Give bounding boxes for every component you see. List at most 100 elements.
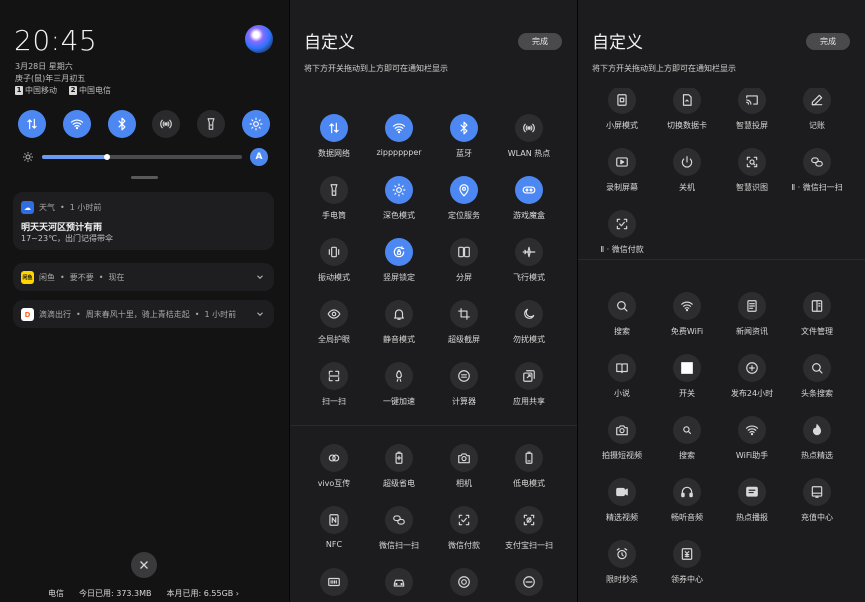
toggle-tile-bluetooth[interactable]: 蓝牙 [432, 114, 496, 170]
toggle-tile-airplane[interactable]: 飞行模式 [497, 238, 561, 294]
toggle-tile-small-screen[interactable]: 小屏模式 [590, 86, 654, 142]
toggle-tile-video[interactable]: 精选视频 [590, 478, 654, 534]
clear-notifications-button[interactable] [131, 552, 157, 578]
toggle-tile-keyboard[interactable] [302, 568, 366, 602]
toggle-tile-ledger[interactable]: 记账 [785, 86, 849, 142]
wechat-scan-icon [803, 148, 831, 176]
auto-brightness-button[interactable]: A [250, 148, 268, 166]
rotation-lock-icon [385, 238, 413, 266]
drag-handle[interactable] [131, 176, 158, 179]
data-usage-bar[interactable]: 电信 今日已用: 373.3MB 本月已用: 6.55GB › [48, 588, 239, 599]
sim-switch-icon [673, 86, 701, 114]
toggle-tile-dark-mode[interactable]: 深色模式 [367, 176, 431, 232]
wechat-pay-icon [608, 210, 636, 238]
toggle-tile-alarm[interactable]: 限时秒杀 [590, 540, 654, 596]
done-button[interactable]: 完成 [806, 33, 850, 50]
toggle-tile-flashlight[interactable]: 手电筒 [302, 176, 366, 232]
weather-app-icon: ☁ [21, 201, 34, 214]
toggle-tile-calculator[interactable]: 计算器 [432, 362, 496, 418]
toggle-tile-image-recognize[interactable]: 智慧识图 [720, 148, 784, 204]
toggle-tile-eye[interactable]: 全局护眼 [302, 300, 366, 356]
toggle-tile-wechat-pay[interactable]: Ⅱ · 微信付款 [590, 210, 654, 266]
sim-1-carrier: 中国移动 [25, 86, 57, 95]
video-icon [608, 478, 636, 506]
toggle-tile-recharge[interactable]: 充值中心 [785, 478, 849, 534]
toggle-tile-moon[interactable]: 勿扰模式 [497, 300, 561, 356]
toggle-label: 头条搜索 [801, 389, 833, 398]
toggle-tile-vibrate[interactable]: 振动模式 [302, 238, 366, 294]
toggle-tile-wechat-pay[interactable]: 微信付款 [432, 506, 496, 562]
toggle-tile-rotation-lock[interactable]: 竖屏锁定 [367, 238, 431, 294]
toggle-tile-rocket[interactable]: 一键加速 [367, 362, 431, 418]
airplane-icon [515, 238, 543, 266]
toggle-tile-power[interactable]: 关机 [655, 148, 719, 204]
toggle-tile-book[interactable]: 小说 [590, 354, 654, 410]
toggle-tile-toggle-square[interactable]: 开关 [655, 354, 719, 410]
toggle-tile-share-link[interactable]: vivo互传 [302, 444, 366, 500]
quick-toggle-bluetooth[interactable] [107, 110, 136, 138]
notification-didi[interactable]: D 滴滴出行 • 周末春风十里，骑上青桔走起 • 1 小时前 [13, 300, 274, 328]
clock: 20:45 [14, 24, 98, 57]
bell-icon [385, 300, 413, 328]
chevron-down-icon[interactable] [255, 309, 265, 319]
toggle-tile-coupon[interactable]: 领券中心 [655, 540, 719, 596]
toggle-tile-camera[interactable]: 拍摄短视频 [590, 416, 654, 472]
news-icon [738, 292, 766, 320]
brightness-knob[interactable] [104, 154, 110, 160]
toggle-tile-wechat-scan[interactable]: 微信扫一扫 [367, 506, 431, 562]
brightness-slider[interactable] [42, 154, 242, 160]
quick-toggle-dark-mode[interactable] [241, 110, 270, 138]
quick-toggle-wifi[interactable] [62, 110, 91, 138]
quick-toggle-hotspot[interactable] [152, 110, 181, 138]
toggle-tile-camera[interactable]: 相机 [432, 444, 496, 500]
toggle-tile-search-small[interactable]: 搜索 [655, 416, 719, 472]
toggle-tile-screenshot[interactable]: 超级截屏 [432, 300, 496, 356]
small-screen-icon [608, 86, 636, 114]
toggle-tile-app-share[interactable]: 应用共享 [497, 362, 561, 418]
toggle-tile-scan[interactable]: 扫一扫 [302, 362, 366, 418]
quick-toggle-flashlight[interactable] [197, 110, 226, 138]
quick-toggle-data[interactable] [18, 110, 46, 138]
toggle-tile-split-screen[interactable]: 分屏 [432, 238, 496, 294]
toggle-tile-wifi[interactable]: WiFi助手 [720, 416, 784, 472]
toggle-tile-data[interactable]: 数据网络 [302, 114, 366, 170]
toggle-tile-record[interactable] [432, 568, 496, 602]
camera-icon [450, 444, 478, 472]
toggle-tile-battery-plus[interactable]: 超级省电 [367, 444, 431, 500]
toggle-tile-sim-switch[interactable]: 切换数据卡 [655, 86, 719, 142]
toggle-tile-headphones[interactable]: 畅听音频 [655, 478, 719, 534]
toggle-tile-file-manager[interactable]: 文件管理 [785, 292, 849, 348]
toggle-tile-news[interactable]: 新闻资讯 [720, 292, 784, 348]
toggle-tile-low-battery[interactable]: 低电模式 [497, 444, 561, 500]
toggle-tile-nfc[interactable]: NFC [302, 506, 366, 562]
toggle-tile-broadcast[interactable]: 热点播报 [720, 478, 784, 534]
toggle-tile-wifi[interactable]: zipppppper [367, 114, 431, 170]
notification-weather[interactable]: ☁ 天气 • 1 小时前 明天天河区预计有雨 17~23℃，出门记得带伞 [13, 192, 274, 250]
assistant-orb-icon[interactable] [245, 25, 273, 53]
toggle-tile-search[interactable]: 搜索 [590, 292, 654, 348]
data-icon [320, 114, 348, 142]
flame-icon [803, 416, 831, 444]
notification-xianyu[interactable]: 闲鱼 闲鱼 • 要不要 • 现在 [13, 263, 274, 291]
alarm-icon [608, 540, 636, 568]
toggle-tile-cast[interactable]: 智慧投屏 [720, 86, 784, 142]
toggle-tile-free-wifi[interactable]: 免费WiFi [655, 292, 719, 348]
toggle-tile-wechat-scan[interactable]: Ⅱ · 微信扫一扫 [785, 148, 849, 204]
split-screen-icon [450, 238, 478, 266]
data-icon [25, 117, 39, 131]
toggle-tile-ring[interactable] [497, 568, 561, 602]
date: 3月28日 星期六 [15, 62, 73, 71]
toggle-tile-hotspot[interactable]: WLAN 热点 [497, 114, 561, 170]
toggle-tile-screen-record[interactable]: 录制屏幕 [590, 148, 654, 204]
toggle-tile-search[interactable]: 头条搜索 [785, 354, 849, 410]
done-button[interactable]: 完成 [518, 33, 562, 50]
toggle-tile-bell[interactable]: 静音模式 [367, 300, 431, 356]
toggle-tile-car[interactable] [367, 568, 431, 602]
chevron-down-icon[interactable] [255, 272, 265, 282]
toggle-tile-flame[interactable]: 热点精选 [785, 416, 849, 472]
toggle-tile-location[interactable]: 定位服务 [432, 176, 496, 232]
customize-panel-2: 小屏模式 切换数据卡 智慧投屏 记账录制屏幕 关机 智慧识图 Ⅱ · 微信扫一扫 Ⅱ · 微信… [578, 0, 865, 602]
toggle-tile-game[interactable]: 游戏魔盒 [497, 176, 561, 232]
toggle-tile-clock-plus[interactable]: 发布24小时 [720, 354, 784, 410]
toggle-tile-alipay-scan[interactable]: 支付宝扫一扫 [497, 506, 561, 562]
